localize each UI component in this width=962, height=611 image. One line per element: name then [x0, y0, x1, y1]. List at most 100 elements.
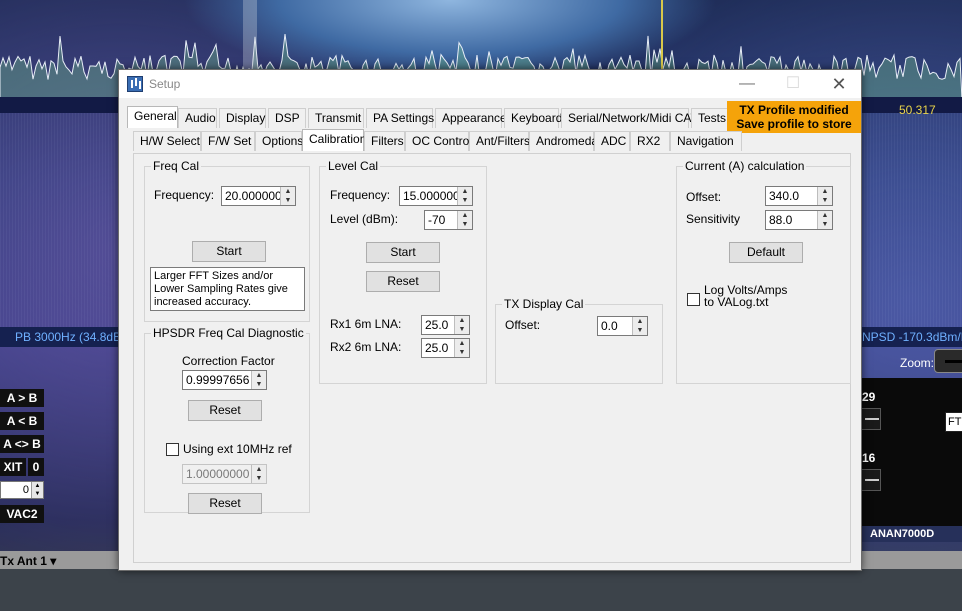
correction-factor-input[interactable]: 0.99997656 ▲ ▼	[182, 370, 267, 390]
spinner-arrows-icon[interactable]: ▲ ▼	[280, 187, 295, 205]
current-offset-input[interactable]: 340.0 ▲ ▼	[765, 186, 833, 206]
tab-display[interactable]: Display	[219, 108, 266, 128]
tab-appearance[interactable]: Appearance	[435, 108, 507, 128]
xit-offset-spinner[interactable]: 0 ▲ ▼	[0, 481, 44, 499]
hpsdr-diagnostic-group: HPSDR Freq Cal Diagnostic Correction Fac…	[144, 326, 310, 514]
spinner-arrows-icon[interactable]: ▲ ▼	[251, 371, 266, 389]
level-cal-title: Level Cal	[326, 159, 381, 173]
ext-ref-label: Using ext 10MHz ref	[183, 442, 292, 456]
current-calc-title: Current (A) calculation	[683, 159, 807, 173]
level-cal-group: Level Cal Frequency: 15.000000 ▲ ▼ Level …	[319, 159, 487, 384]
npsd-info: NPSD -170.3dBm/H	[862, 330, 962, 344]
passband-info: PB 3000Hz (34.8dB	[15, 330, 122, 344]
current-offset-label: Offset:	[686, 190, 722, 204]
right-control-panel	[861, 378, 962, 540]
current-sensitivity-input[interactable]: 88.0 ▲ ▼	[765, 210, 833, 230]
ext-ref-reset-button[interactable]: Reset	[188, 493, 262, 514]
level-cal-frequency-label: Frequency:	[330, 188, 391, 202]
tab-adc[interactable]: ADC	[594, 131, 630, 151]
log-volts-amps-checkbox[interactable]	[687, 293, 700, 306]
swap-ab-button[interactable]: A <> B	[0, 435, 44, 453]
tab-oc-control[interactable]: OC Control	[405, 131, 472, 151]
current-default-button[interactable]: Default	[729, 242, 803, 263]
tab-ant-filters[interactable]: Ant/Filters	[469, 131, 530, 151]
filter-passband	[243, 0, 257, 70]
tab-options[interactable]: Options	[255, 131, 303, 151]
tab-transmit[interactable]: Transmit	[308, 108, 364, 128]
maximize-button[interactable]: ☐	[778, 73, 808, 95]
tab-audio[interactable]: Audio	[178, 108, 217, 128]
spinner-arrows-icon[interactable]: ▲ ▼	[817, 211, 832, 229]
tx-display-offset-value: 0.0	[601, 319, 618, 333]
calibration-panel: Freq Cal Frequency: 20.000000 ▲ ▼ Start L…	[133, 153, 851, 563]
level-cal-reset-button[interactable]: Reset	[366, 271, 440, 292]
tab-rx2[interactable]: RX2	[630, 131, 670, 151]
tab-dsp[interactable]: DSP	[268, 108, 306, 128]
tx-warning-line-1: TX Profile modified	[739, 103, 849, 117]
tx-display-offset-input[interactable]: 0.0 ▲ ▼	[597, 316, 648, 336]
right-slider-1[interactable]	[861, 408, 881, 430]
spinner-arrows-icon[interactable]: ▲ ▼	[632, 317, 647, 335]
sub-tab-row: H/W Select F/W Set Options Calibration F…	[133, 129, 745, 151]
ft-button[interactable]: FT	[945, 412, 962, 432]
tab-pa-settings[interactable]: PA Settings	[366, 108, 434, 128]
freq-cal-note: Larger FFT Sizes and/or Lower Sampling R…	[150, 267, 305, 311]
radio-model-label: ANAN7000D	[862, 526, 962, 542]
spinner-arrows-icon[interactable]: ▲ ▼	[454, 316, 469, 334]
title-bar[interactable]: Setup — ☐ ✕	[119, 70, 861, 98]
rx2-6m-lna-input[interactable]: 25.0 ▲ ▼	[421, 338, 470, 358]
rx2-6m-lna-value: 25.0	[425, 341, 449, 355]
hpsdr-diagnostic-title: HPSDR Freq Cal Diagnostic	[151, 326, 306, 340]
tab-navigation[interactable]: Navigation	[670, 131, 742, 151]
tx-antenna-selector[interactable]: Tx Ant 1 ▾	[0, 554, 56, 568]
right-value-2: 16	[862, 451, 876, 465]
spinner-arrows-icon[interactable]: ▲ ▼	[817, 187, 832, 205]
tab-fw-set[interactable]: F/W Set	[201, 131, 255, 151]
tab-filters[interactable]: Filters	[364, 131, 405, 151]
freq-cal-frequency-label: Frequency:	[154, 188, 215, 202]
ext-ref-checkbox[interactable]	[166, 443, 179, 456]
a-to-b-button[interactable]: A > B	[0, 389, 44, 407]
level-cal-start-button[interactable]: Start	[366, 242, 440, 263]
b-to-a-button[interactable]: A < B	[0, 412, 44, 430]
correction-reset-button[interactable]: Reset	[188, 400, 262, 421]
taskbar	[0, 569, 962, 611]
tab-tests[interactable]: Tests	[691, 108, 729, 128]
tx-profile-warning[interactable]: TX Profile modified Save profile to stor…	[727, 101, 861, 133]
rx1-6m-lna-input[interactable]: 25.0 ▲ ▼	[421, 315, 470, 335]
xit-button[interactable]: XIT	[0, 458, 26, 476]
level-cal-frequency-input[interactable]: 15.000000 ▲ ▼	[399, 186, 473, 206]
tab-hw-select[interactable]: H/W Select	[133, 131, 201, 151]
tx-marker-line	[661, 0, 663, 70]
tab-calibration[interactable]: Calibration	[302, 129, 366, 151]
freq-cal-start-button[interactable]: Start	[192, 241, 266, 262]
tab-serial-network-midi-cat[interactable]: Serial/Network/Midi CAT	[561, 108, 698, 128]
current-offset-value: 340.0	[769, 189, 800, 203]
tab-general[interactable]: General	[127, 106, 178, 128]
correction-factor-value: 0.99997656	[186, 373, 250, 387]
log-volts-amps-label: Log Volts/Amps to VALog.txt	[704, 284, 787, 308]
freq-cal-title: Freq Cal	[151, 159, 202, 173]
tab-keyboard[interactable]: Keyboard	[504, 108, 562, 128]
freq-cal-group: Freq Cal Frequency: 20.000000 ▲ ▼ Start L…	[144, 159, 310, 322]
freq-cal-frequency-input[interactable]: 20.000000 ▲ ▼	[221, 186, 296, 206]
spinner-arrows-icon[interactable]: ▲ ▼	[31, 482, 43, 498]
tab-andromeda[interactable]: Andromeda	[529, 131, 598, 151]
close-button[interactable]: ✕	[824, 73, 854, 95]
level-cal-level-value: -70	[428, 213, 446, 227]
current-sensitivity-value: 88.0	[769, 213, 793, 227]
current-sensitivity-label: Sensitivity	[686, 212, 741, 226]
minimize-button[interactable]: —	[732, 73, 762, 95]
spinner-arrows-icon[interactable]: ▲ ▼	[454, 339, 469, 357]
dropdown-arrow-icon: ▾	[50, 554, 57, 568]
vac2-button[interactable]: VAC2	[0, 505, 44, 523]
zoom-slider[interactable]	[934, 349, 962, 373]
spinner-arrows-icon[interactable]: ▲ ▼	[457, 187, 472, 205]
correction-factor-label: Correction Factor	[182, 354, 275, 368]
spinner-arrows-icon[interactable]: ▲ ▼	[457, 211, 472, 229]
rx2-6m-lna-label: Rx2 6m LNA:	[330, 340, 402, 354]
level-cal-level-input[interactable]: -70 ▲ ▼	[424, 210, 473, 230]
current-calc-group: Current (A) calculation Offset: 340.0 ▲ ▼…	[676, 159, 851, 384]
spinner-arrows-icon: ▲ ▼	[251, 465, 266, 483]
right-slider-2[interactable]	[861, 469, 881, 491]
